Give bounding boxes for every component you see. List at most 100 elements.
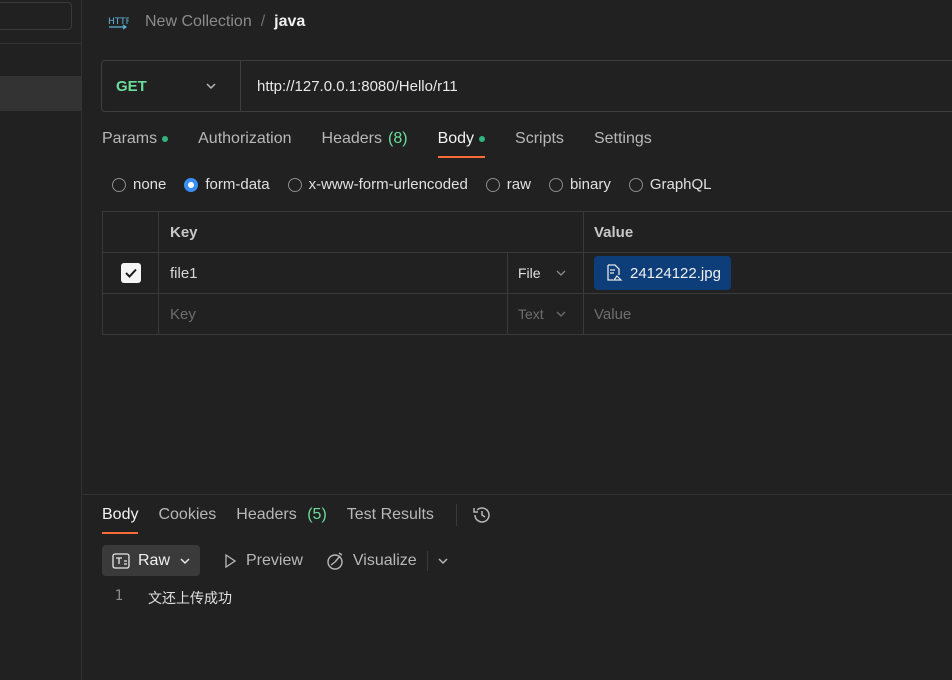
radio-raw[interactable] (485, 177, 500, 192)
sidebar (0, 0, 82, 680)
visualize-label: Visualize (352, 551, 417, 569)
row-value-cell: 24124122.jpg (584, 253, 952, 293)
tab-params-label: Params (102, 130, 158, 147)
response-tab-body-label: Body (102, 506, 139, 523)
sidebar-divider (0, 43, 82, 44)
response-body-text[interactable]: 文还上传成功 (148, 588, 232, 608)
breadcrumb: HTTP New Collection / java (107, 10, 305, 34)
chevron-down-icon (556, 311, 566, 317)
radio-none[interactable] (112, 177, 126, 192)
body-type-form-data-label: form-data (205, 176, 270, 193)
params-indicator-dot (162, 136, 169, 142)
text-format-icon (112, 552, 130, 569)
response-divider[interactable] (83, 494, 952, 495)
url-input[interactable]: http://127.0.0.1:8080/Hello/r11 (241, 78, 458, 95)
tab-authorization-label: Authorization (198, 130, 292, 147)
file-chip-name: 24124122.jpg (630, 264, 721, 282)
svg-text:HTTP: HTTP (108, 17, 129, 27)
row-key-input[interactable]: file1 (159, 253, 508, 293)
tab-scripts-label: Scripts (515, 130, 564, 147)
body-type-graphql[interactable]: GraphQL (628, 176, 712, 193)
play-icon (225, 553, 237, 568)
new-value-input[interactable]: Value (584, 294, 952, 334)
raw-view-button[interactable]: Raw (102, 545, 200, 576)
radio-graphql[interactable] (628, 177, 643, 192)
response-tab-headers-label: Headers (236, 506, 297, 523)
tab-headers[interactable]: Headers (8) (322, 130, 408, 156)
raw-view-label: Raw (137, 551, 170, 569)
http-icon: HTTP (107, 12, 132, 32)
response-tab-headers[interactable]: Headers (5) (236, 506, 327, 532)
chevron-down-icon (180, 557, 190, 564)
breadcrumb-request-name[interactable]: java (274, 13, 305, 31)
response-view-bar: Raw Preview Visualize (102, 545, 450, 576)
response-tab-body[interactable]: Body (102, 506, 139, 534)
new-type-label: Text (518, 306, 544, 322)
line-number: 1 (114, 588, 123, 604)
radio-form-data[interactable] (184, 177, 199, 192)
visualize-button[interactable]: Visualize (325, 551, 417, 571)
sidebar-item-active[interactable] (0, 76, 82, 111)
response-body-line: 1 文还上传成功 (102, 588, 232, 608)
row-type-label: File (518, 265, 541, 281)
header-check-cell (103, 212, 159, 252)
url-bar: GET http://127.0.0.1:8080/Hello/r11 (101, 60, 952, 112)
chevron-down-icon[interactable] (436, 554, 450, 568)
response-tab-test-results[interactable]: Test Results (347, 506, 434, 532)
column-header-key-label: Key (170, 223, 198, 241)
file-image-icon (607, 264, 623, 281)
tab-params[interactable]: Params (102, 130, 169, 156)
column-header-key: Key (159, 212, 584, 252)
body-type-binary[interactable]: binary (548, 176, 611, 193)
table-row: file1 File 24124122.jpg (102, 253, 952, 294)
form-data-table: Key Value file1 File 24124122.jpg Key Te… (102, 211, 952, 335)
body-indicator-dot (479, 136, 486, 142)
response-tabs: Body Cookies Headers (5) Test Results (102, 504, 493, 534)
radio-binary[interactable] (548, 177, 563, 192)
body-type-form-data[interactable]: form-data (184, 176, 270, 193)
row-type-select[interactable]: File (508, 253, 584, 293)
preview-label: Preview (246, 551, 303, 569)
view-separator (426, 550, 428, 571)
visualize-icon (327, 551, 343, 570)
response-headers-count: (5) (307, 506, 327, 523)
row-enabled-checkbox[interactable] (120, 263, 141, 283)
method-label: GET (116, 77, 147, 95)
request-workspace: HTTP New Collection / java GET http://12… (83, 0, 952, 680)
method-select[interactable]: GET (102, 61, 241, 111)
breadcrumb-collection[interactable]: New Collection (145, 13, 252, 31)
empty-row-check-cell (103, 294, 159, 334)
file-chip[interactable]: 24124122.jpg (594, 256, 731, 290)
response-tab-cookies[interactable]: Cookies (158, 506, 216, 532)
table-header-row: Key Value (102, 212, 952, 253)
chevron-down-icon (204, 79, 218, 93)
tab-authorization[interactable]: Authorization (198, 130, 291, 156)
body-type-none-label: none (133, 176, 167, 193)
preview-button[interactable]: Preview (222, 552, 303, 570)
column-header-value: Value (584, 212, 952, 252)
tab-body[interactable]: Body (437, 130, 486, 158)
new-key-input[interactable]: Key (159, 294, 508, 334)
request-tabs: Params Authorization Headers (8) Body Scr… (102, 130, 682, 158)
body-type-binary-label: binary (569, 176, 611, 193)
body-type-urlencoded[interactable]: x-www-form-urlencoded (287, 176, 468, 193)
response-tab-test-results-label: Test Results (346, 506, 434, 523)
response-tab-cookies-label: Cookies (158, 506, 217, 523)
tab-headers-label: Headers (321, 130, 382, 147)
radio-urlencoded[interactable] (287, 177, 302, 192)
headers-count: (8) (388, 130, 408, 147)
new-type-select[interactable]: Text (508, 294, 584, 334)
body-type-raw-label: raw (506, 176, 531, 193)
body-type-none[interactable]: none (112, 176, 166, 193)
tab-scripts[interactable]: Scripts (515, 130, 564, 156)
table-row-empty: Key Text Value (102, 294, 952, 335)
column-header-value-label: Value (594, 223, 634, 241)
breadcrumb-separator: / (260, 13, 266, 30)
tab-settings[interactable]: Settings (594, 130, 652, 156)
body-type-graphql-label: GraphQL (649, 176, 712, 193)
tab-settings-label: Settings (593, 130, 652, 147)
sidebar-search-input[interactable] (0, 2, 72, 30)
body-type-raw[interactable]: raw (485, 176, 531, 193)
row-check-cell (103, 253, 159, 293)
history-icon[interactable] (455, 504, 493, 526)
